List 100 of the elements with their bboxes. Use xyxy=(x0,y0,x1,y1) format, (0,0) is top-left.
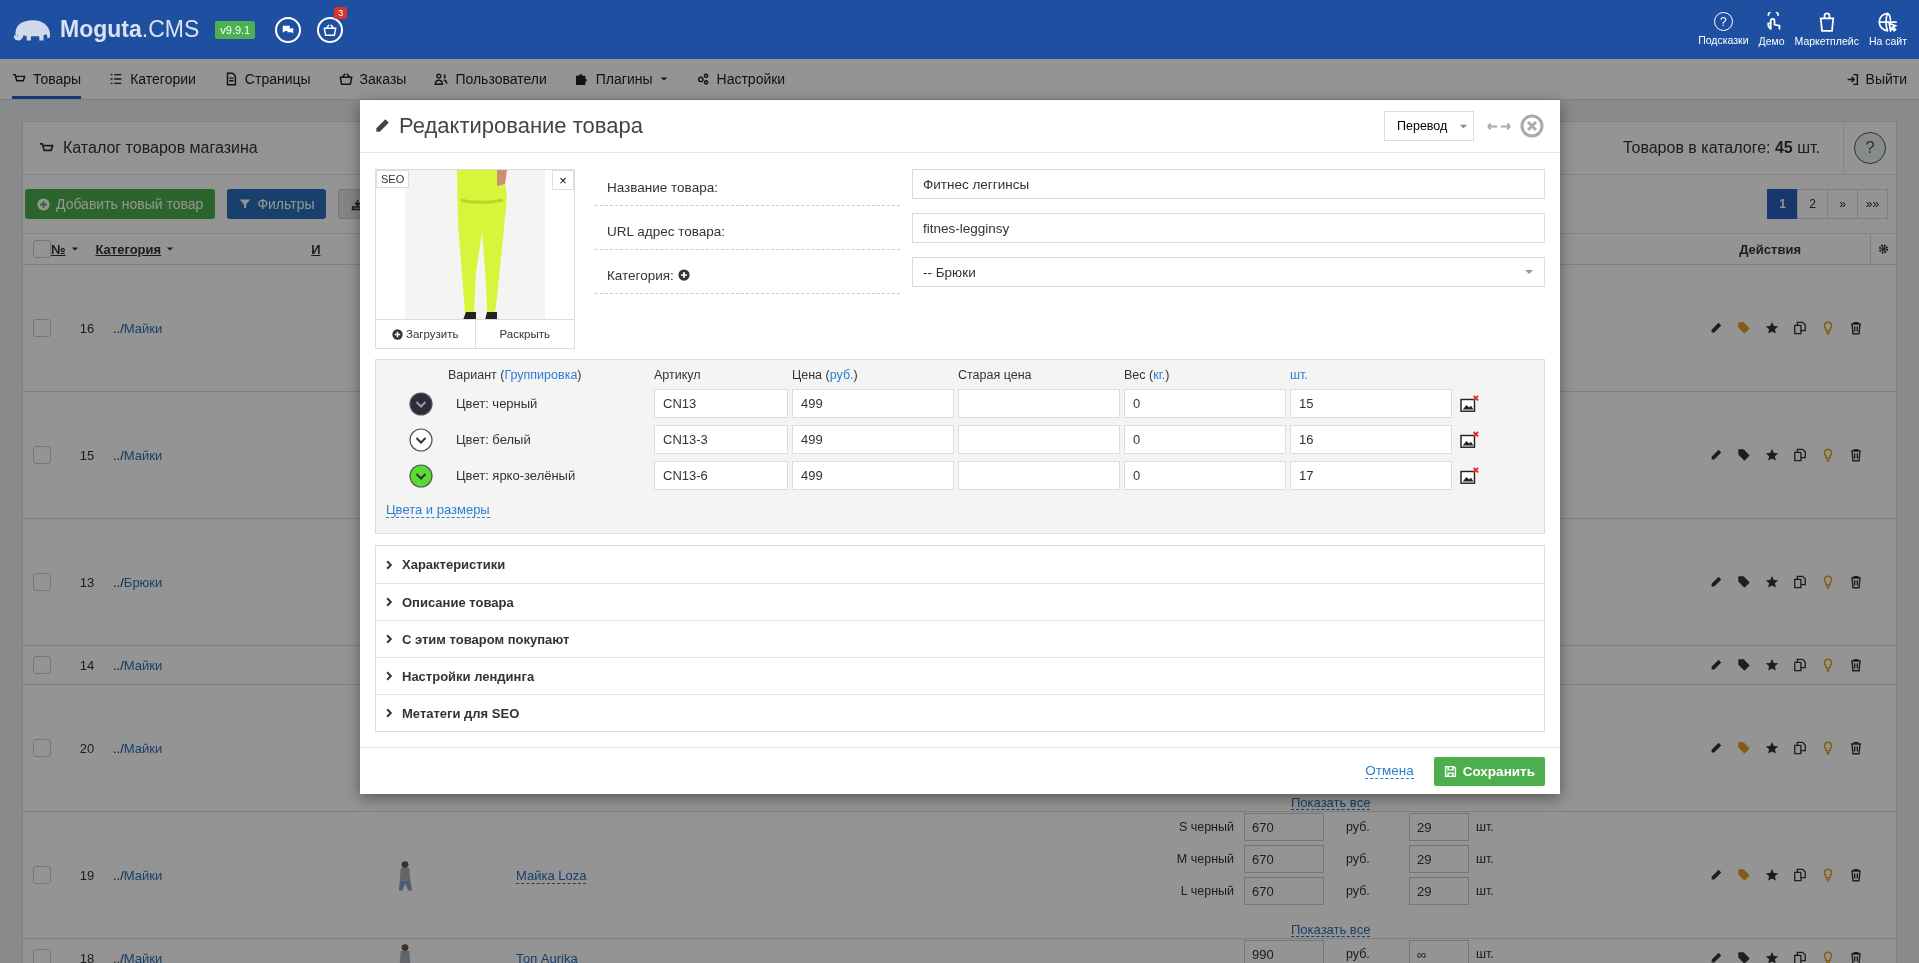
color-swatch[interactable] xyxy=(409,463,433,488)
row-checkbox[interactable] xyxy=(33,739,51,757)
column-header[interactable]: Категория xyxy=(95,241,162,257)
delete-icon[interactable] xyxy=(1849,321,1863,335)
category-link[interactable]: ../Майки xyxy=(113,657,163,673)
sku-field[interactable]: CN13-6 xyxy=(654,461,788,490)
nav-tab[interactable]: Страницы xyxy=(223,59,311,99)
nav-tab[interactable]: Настройки xyxy=(695,59,786,99)
sku-field[interactable]: CN13 xyxy=(654,389,788,418)
accordion-section[interactable]: Метатеги для SEO xyxy=(376,694,1544,731)
weight-field[interactable]: 0 xyxy=(1124,461,1286,490)
delete-icon[interactable] xyxy=(1849,951,1863,963)
copy-icon[interactable] xyxy=(1793,658,1807,672)
image-icon[interactable] xyxy=(1460,394,1480,413)
edit-icon[interactable] xyxy=(1709,321,1723,335)
nav-tab[interactable]: Категории xyxy=(109,59,196,99)
category-link[interactable]: ../Майки xyxy=(113,320,163,336)
weight-field[interactable]: 0 xyxy=(1124,389,1286,418)
remove-image-button[interactable]: × xyxy=(552,170,574,190)
accordion-section[interactable]: Описание товара xyxy=(376,583,1544,620)
nav-tab[interactable]: Заказы xyxy=(338,59,407,99)
copy-icon[interactable] xyxy=(1793,321,1807,335)
edit-icon[interactable] xyxy=(1709,575,1723,589)
accordion-section[interactable]: Характеристики xyxy=(376,546,1544,583)
colors-sizes-link[interactable]: Цвета и размеры xyxy=(386,502,490,518)
page-button[interactable]: 1 xyxy=(1767,189,1798,219)
logo-text[interactable]: Moguta.CMS xyxy=(60,16,200,43)
price-field[interactable]: 499 xyxy=(792,389,954,418)
copy-icon[interactable] xyxy=(1793,868,1807,882)
delete-icon[interactable] xyxy=(1849,868,1863,882)
accordion-section[interactable]: Настройки лендинга xyxy=(376,657,1544,694)
quantity-field[interactable]: 29 xyxy=(1409,813,1469,841)
price-field[interactable]: 670 xyxy=(1244,877,1324,905)
page-button[interactable]: 2 xyxy=(1797,189,1828,219)
nav-tab[interactable]: Плагины xyxy=(574,59,668,99)
header-link[interactable]: ? Подсказки xyxy=(1698,12,1749,47)
star-icon[interactable] xyxy=(1765,448,1779,462)
star-icon[interactable] xyxy=(1765,951,1779,963)
price-field[interactable]: 670 xyxy=(1244,845,1324,873)
delete-icon[interactable] xyxy=(1849,741,1863,755)
category-link[interactable]: ../Майки xyxy=(113,740,163,756)
category-link[interactable]: ../Майки xyxy=(113,447,163,463)
price-field[interactable]: 670 xyxy=(1244,813,1324,841)
delete-icon[interactable] xyxy=(1849,448,1863,462)
row-checkbox[interactable] xyxy=(33,949,51,963)
nav-tab[interactable]: Товары xyxy=(12,59,82,99)
star-icon[interactable] xyxy=(1765,741,1779,755)
filter-button[interactable]: Фильтры xyxy=(227,189,327,219)
copy-icon[interactable] xyxy=(1793,448,1807,462)
row-checkbox[interactable] xyxy=(33,446,51,464)
sku-field[interactable]: CN13-3 xyxy=(654,425,788,454)
old-price-field[interactable] xyxy=(958,425,1120,454)
column-header[interactable]: № xyxy=(51,241,66,257)
tag-icon[interactable] xyxy=(1737,951,1751,963)
image-icon[interactable] xyxy=(1460,430,1480,449)
column-header-link[interactable]: руб. xyxy=(829,368,854,382)
weight-field[interactable]: 0 xyxy=(1124,425,1286,454)
select-all-checkbox[interactable] xyxy=(33,240,51,258)
quantity-field[interactable]: 29 xyxy=(1409,845,1469,873)
header-link[interactable]: На сайт xyxy=(1868,12,1907,47)
copy-icon[interactable] xyxy=(1793,951,1807,963)
row-checkbox[interactable] xyxy=(33,573,51,591)
category-link[interactable]: ../Майки xyxy=(113,867,163,883)
color-swatch[interactable] xyxy=(409,427,433,452)
logout-link[interactable]: Выйти xyxy=(1845,59,1907,99)
category-select[interactable]: -- Брюки xyxy=(912,257,1545,287)
price-field[interactable]: 499 xyxy=(792,461,954,490)
old-price-field[interactable] xyxy=(958,461,1120,490)
column-header-link[interactable]: Группировка xyxy=(504,368,578,382)
column-header[interactable]: И xyxy=(311,241,321,257)
edit-icon[interactable] xyxy=(1709,448,1723,462)
page-button[interactable]: » xyxy=(1827,189,1858,219)
accordion-section[interactable]: С этим товаром покупают xyxy=(376,620,1544,657)
tag-icon[interactable] xyxy=(1737,658,1751,672)
edit-icon[interactable] xyxy=(1709,951,1723,963)
row-checkbox[interactable] xyxy=(33,866,51,884)
star-icon[interactable] xyxy=(1765,868,1779,882)
copy-icon[interactable] xyxy=(1793,741,1807,755)
product-name-link[interactable]: Майка Loza xyxy=(516,867,587,884)
quantity-field[interactable]: 17 xyxy=(1290,461,1452,490)
delete-icon[interactable] xyxy=(1849,658,1863,672)
category-link[interactable]: ../Майки xyxy=(113,950,163,963)
help-button[interactable]: ? xyxy=(1854,132,1886,164)
header-link[interactable]: Маркетплейс xyxy=(1794,12,1859,47)
edit-icon[interactable] xyxy=(1709,741,1723,755)
cancel-link[interactable]: Отмена xyxy=(1365,763,1414,779)
price-field[interactable]: 990 xyxy=(1244,940,1324,963)
input-field[interactable]: Фитнес леггинсы xyxy=(912,169,1545,199)
star-icon[interactable] xyxy=(1765,575,1779,589)
copy-icon[interactable] xyxy=(1793,575,1807,589)
old-price-field[interactable] xyxy=(958,389,1120,418)
image-icon[interactable] xyxy=(1460,466,1480,485)
row-checkbox[interactable] xyxy=(33,319,51,337)
color-swatch[interactable] xyxy=(409,391,433,416)
tag-icon[interactable] xyxy=(1737,575,1751,589)
header-link[interactable]: Демо xyxy=(1758,12,1785,47)
page-button[interactable]: »» xyxy=(1857,189,1888,219)
price-field[interactable]: 499 xyxy=(792,425,954,454)
nav-tab[interactable]: Пользователи xyxy=(434,59,547,99)
row-checkbox[interactable] xyxy=(33,656,51,674)
